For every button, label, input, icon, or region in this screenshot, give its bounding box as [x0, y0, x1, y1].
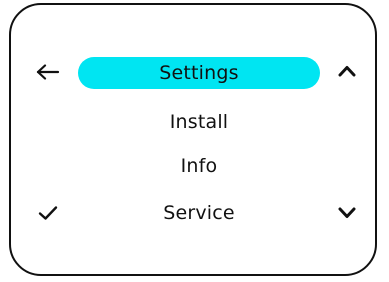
chevron-down-icon[interactable]	[338, 207, 356, 219]
chevron-up-icon[interactable]	[338, 65, 356, 77]
menu-item-settings[interactable]: Settings	[78, 57, 320, 89]
menu-item-install[interactable]: Install	[78, 106, 320, 138]
menu-item-info[interactable]: Info	[78, 150, 320, 182]
menu-item-label: Install	[169, 111, 229, 133]
menu-item-label: Service	[163, 202, 235, 224]
menu-item-label: Info	[180, 155, 218, 177]
device-screen-frame	[9, 3, 377, 276]
checkmark-icon[interactable]	[38, 205, 58, 221]
menu-item-service[interactable]: Service	[78, 197, 320, 229]
arrow-left-icon[interactable]	[36, 64, 60, 80]
menu-item-label: Settings	[159, 62, 239, 84]
